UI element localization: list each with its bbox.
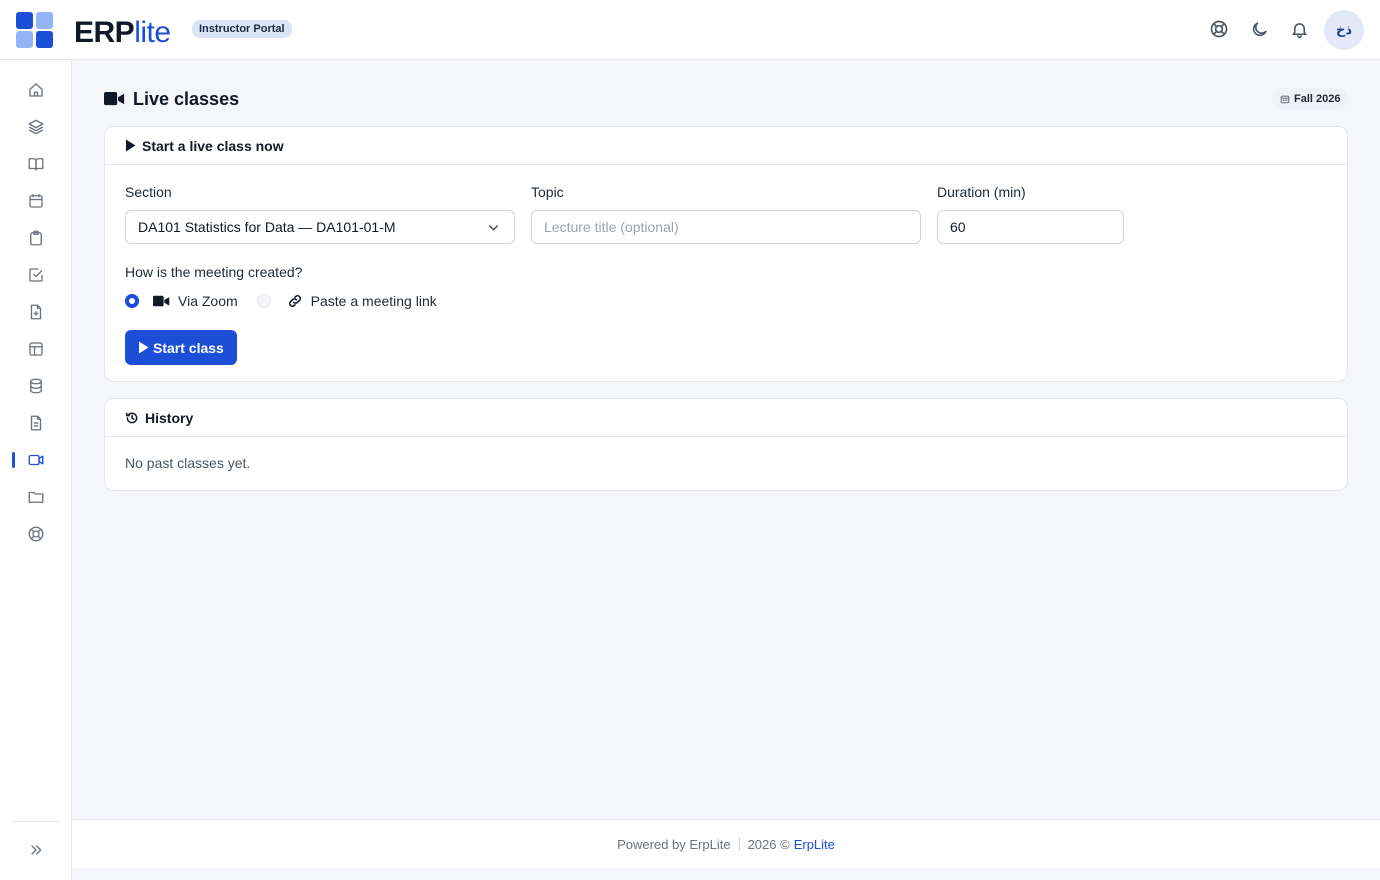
paste-link-radio[interactable]	[256, 294, 271, 308]
lifebuoy-icon	[28, 526, 44, 542]
logo-icon	[16, 12, 53, 48]
user-avatar[interactable]: ذخ	[1324, 10, 1364, 50]
duration-input[interactable]: 60	[937, 210, 1124, 244]
file-plus-icon	[30, 304, 42, 320]
section-select[interactable]: DA101 Statistics for Data — DA101-01-M	[125, 210, 515, 244]
layers-icon	[28, 119, 44, 135]
sidebar	[0, 60, 72, 880]
book-icon	[28, 158, 44, 171]
meeting-method-question: How is the meeting created?	[125, 264, 303, 280]
start-class-button[interactable]: Start class	[125, 330, 237, 365]
chevron-down-icon	[489, 225, 498, 231]
lifebuoy-icon[interactable]	[1208, 18, 1230, 40]
start-class-card: Start a live class now Section DA101 Sta…	[104, 126, 1348, 382]
page-title: Live classes	[133, 88, 240, 109]
section-select-value: DA101 Statistics for Data — DA101-01-M	[138, 219, 396, 235]
meeting-method-options: Via Zoom Paste a meeting link	[125, 291, 437, 311]
term-badge[interactable]: Fall 2026	[1272, 88, 1349, 109]
sidebar-item-database[interactable]	[18, 371, 54, 401]
check-square-icon	[29, 268, 43, 282]
history-card-title: History	[145, 409, 194, 426]
sidebar-item-home[interactable]	[18, 75, 54, 105]
sidebar-item-layout[interactable]	[18, 334, 54, 364]
layout-icon	[29, 342, 43, 356]
topic-input[interactable]: Lecture title (optional)	[531, 210, 921, 244]
paste-link-label: Paste a meeting link	[310, 293, 437, 309]
chevrons-right-icon	[31, 845, 42, 855]
history-empty-message: No past classes yet.	[125, 455, 251, 471]
video-icon	[104, 92, 125, 106]
play-icon	[126, 139, 136, 152]
start-class-card-title: Start a live class now	[142, 137, 284, 154]
sidebar-item-calendar[interactable]	[18, 186, 54, 216]
folder-icon	[28, 491, 44, 503]
option-paste-link[interactable]: Paste a meeting link	[256, 293, 437, 309]
play-icon	[139, 341, 149, 354]
history-icon	[125, 412, 138, 423]
sidebar-item-live-classes[interactable]	[18, 445, 54, 475]
brand-main: ERP	[74, 16, 135, 49]
section-label: Section	[125, 184, 172, 200]
brand-accent: lite	[134, 16, 171, 49]
topic-label: Topic	[531, 184, 564, 200]
brand-name: ERPlite	[74, 15, 171, 51]
option-via-zoom[interactable]: Via Zoom	[125, 293, 238, 309]
video-icon	[28, 454, 44, 466]
calendar-icon	[1280, 95, 1290, 103]
top-header: ERPlite Instructor Portal ذخ	[0, 0, 1380, 60]
footer-separator	[738, 837, 740, 851]
active-indicator	[12, 452, 15, 468]
via-zoom-label: Via Zoom	[178, 293, 238, 309]
history-card: History No past classes yet.	[104, 398, 1348, 491]
sidebar-item-documents[interactable]	[18, 408, 54, 438]
history-card-header: History	[105, 399, 1347, 437]
sidebar-item-file-add[interactable]	[18, 297, 54, 327]
clipboard-icon	[30, 230, 42, 246]
via-zoom-radio[interactable]	[125, 294, 139, 308]
portal-badge: Instructor Portal	[192, 20, 292, 38]
sidebar-item-layers[interactable]	[18, 112, 54, 142]
sidebar-item-support[interactable]	[18, 519, 54, 549]
home-icon	[29, 83, 43, 97]
start-class-card-header: Start a live class now	[105, 127, 1347, 165]
video-icon	[153, 295, 170, 307]
calendar-icon	[29, 194, 43, 208]
moon-icon[interactable]	[1248, 18, 1270, 40]
page-header: Live classes	[104, 86, 239, 112]
footer: Powered by ErpLite 2026 © ErpLite	[72, 819, 1380, 868]
sidebar-item-book[interactable]	[18, 149, 54, 179]
start-class-button-label: Start class	[153, 339, 224, 356]
sidebar-item-tasks[interactable]	[18, 260, 54, 290]
link-icon	[288, 294, 301, 308]
database-icon	[30, 378, 42, 394]
copyright-text: 2026 ©	[747, 836, 790, 852]
sidebar-divider	[12, 821, 60, 822]
bell-icon[interactable]	[1288, 18, 1310, 40]
sidebar-item-clipboard[interactable]	[18, 223, 54, 253]
powered-by-text: Powered by ErpLite	[617, 836, 731, 852]
sidebar-item-files[interactable]	[18, 482, 54, 512]
term-label: Fall 2026	[1294, 92, 1341, 105]
footer-brand-link[interactable]: ErpLite	[794, 837, 835, 852]
file-text-icon	[30, 415, 42, 431]
duration-label: Duration (min)	[937, 184, 1026, 200]
sidebar-collapse-button[interactable]	[24, 838, 48, 862]
